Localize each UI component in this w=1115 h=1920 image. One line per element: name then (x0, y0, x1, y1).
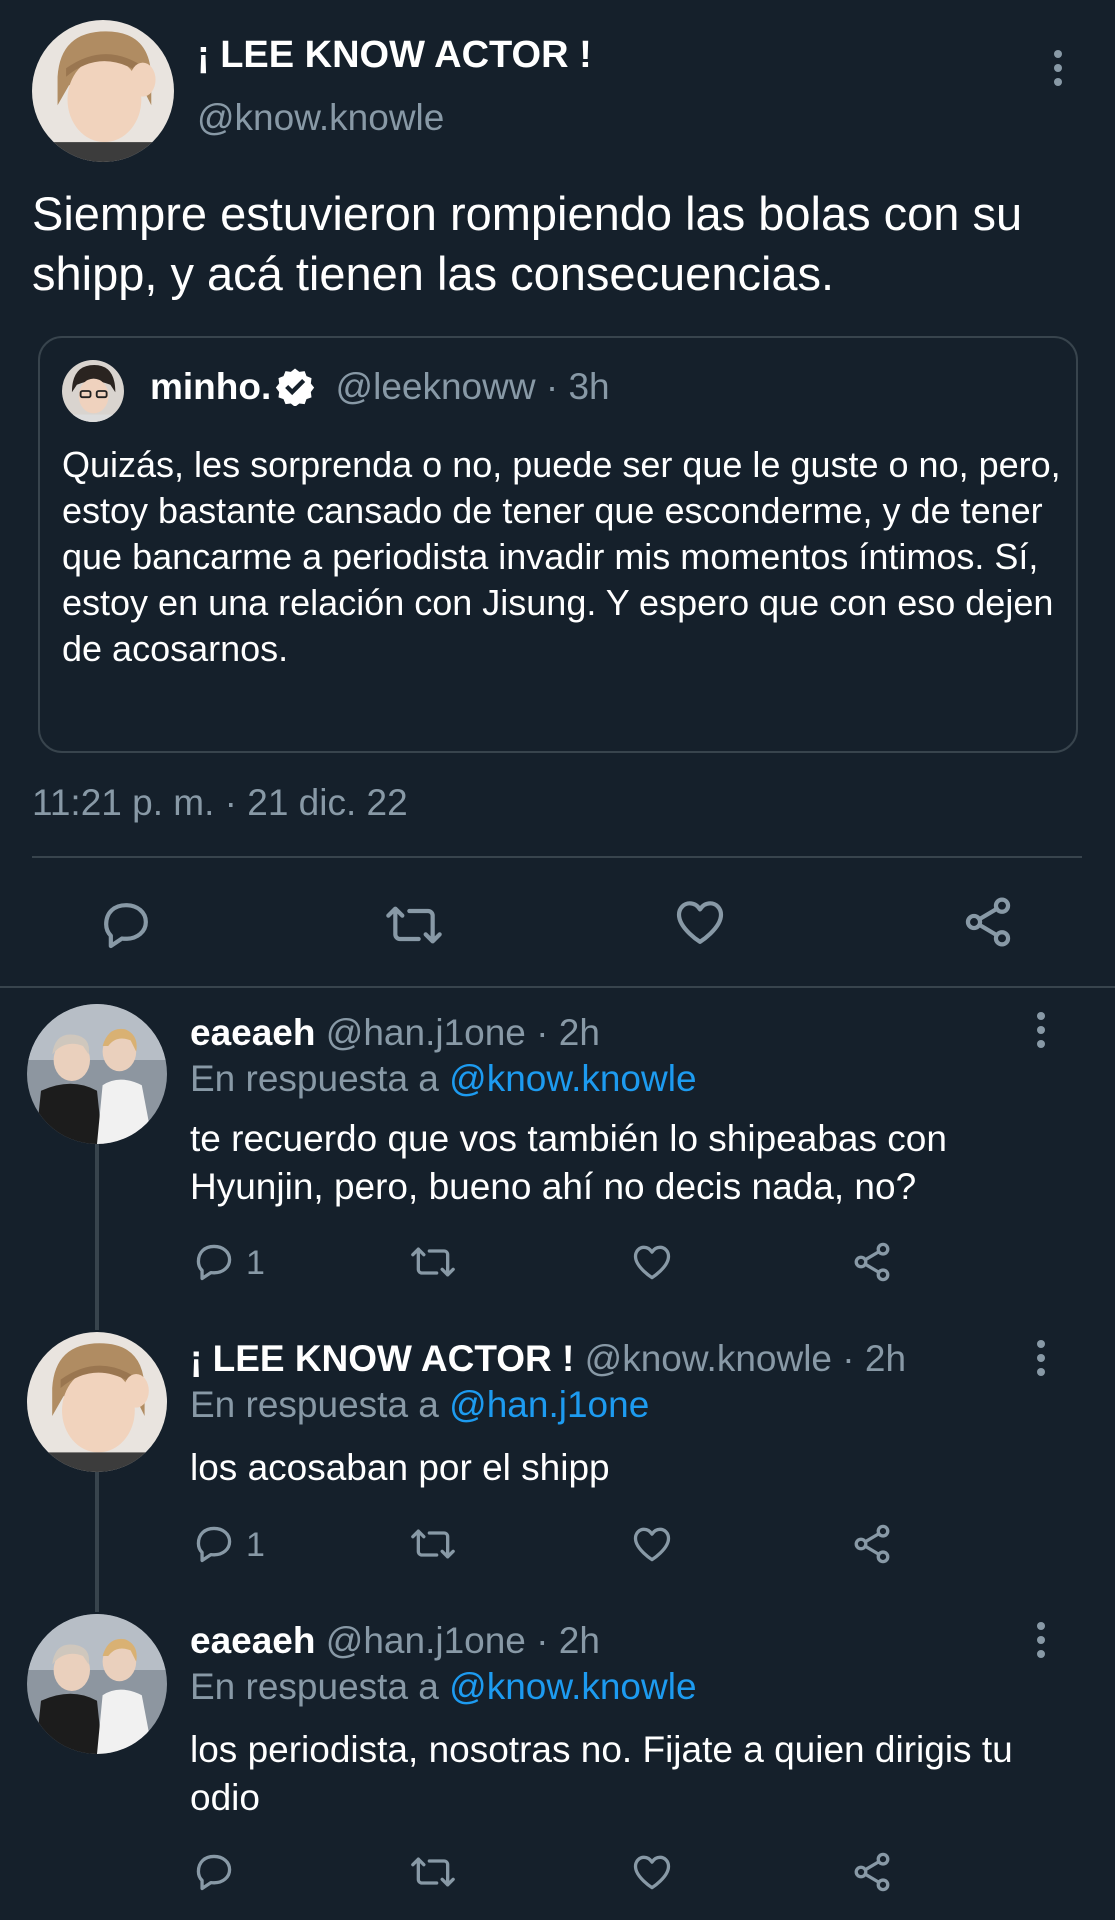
reply-header: eaeaeh @han.j1one · 2h (190, 1620, 600, 1662)
reply-more-vert-icon[interactable] (1026, 1620, 1056, 1660)
reply-more-vert-icon[interactable] (1026, 1338, 1056, 1378)
reply-text: los acosaban por el shipp (190, 1447, 610, 1488)
main-tweet-more-vert-icon[interactable] (1043, 48, 1073, 88)
reply-count: 1 (246, 1244, 265, 1282)
avatar-image (27, 1614, 167, 1754)
reply-avatar[interactable] (27, 1004, 167, 1144)
quoted-tweet-avatar (62, 360, 124, 422)
quoted-tweet-header: minho. @leeknoww · 3h (150, 366, 610, 408)
reply-avatar[interactable] (27, 1332, 167, 1472)
reply-handle[interactable]: @han.j1one (326, 1620, 526, 1661)
retweet-icon[interactable] (408, 1850, 458, 1894)
reply-context: En respuesta a @know.knowle (190, 1666, 697, 1708)
reply-display-name[interactable]: ¡ LEE KNOW ACTOR ! (190, 1338, 574, 1379)
main-tweet-handle[interactable]: @know.knowle (197, 97, 444, 139)
like-icon[interactable] (630, 1240, 674, 1284)
share-icon[interactable] (850, 1850, 894, 1894)
reply-icon[interactable] (98, 897, 154, 953)
reply-header: ¡ LEE KNOW ACTOR ! @know.knowle · 2h (190, 1338, 906, 1380)
retweet-icon[interactable] (383, 897, 445, 953)
reply-avatar[interactable] (27, 1614, 167, 1754)
avatar-image (27, 1332, 167, 1472)
quoted-tweet-handle: @leeknoww (335, 366, 536, 407)
share-icon[interactable] (850, 1240, 894, 1284)
main-tweet-display-name[interactable]: ¡ LEE KNOW ACTOR ! (197, 34, 592, 77)
reply-icon[interactable] (192, 1522, 236, 1566)
reply-handle[interactable]: @know.knowle (585, 1338, 832, 1379)
reply-icon[interactable] (192, 1240, 236, 1284)
section-divider (0, 986, 1115, 988)
reply-time: · 2h (536, 1620, 600, 1661)
reply-time: · 2h (842, 1338, 907, 1379)
like-icon[interactable] (630, 1850, 674, 1894)
quoted-tweet-text: Quizás, les sorprenda o no, puede ser qu… (62, 444, 1061, 669)
share-icon[interactable] (850, 1522, 894, 1566)
reply-context: En respuesta a @know.knowle (190, 1058, 697, 1100)
reply-context: En respuesta a @han.j1one (190, 1384, 649, 1426)
like-icon[interactable] (630, 1522, 674, 1566)
quoted-tweet-time: · 3h (545, 366, 610, 407)
main-tweet-timestamp: 11:21 p. m. · 21 dic. 22 (32, 782, 408, 823)
reply-context-prefix: En respuesta a (190, 1666, 439, 1707)
reply-handle[interactable]: @han.j1one (326, 1012, 526, 1053)
retweet-icon[interactable] (408, 1240, 458, 1284)
reply-context-mention[interactable]: @know.knowle (449, 1666, 696, 1707)
thread-line (95, 1472, 99, 1612)
reply-time: · 2h (536, 1012, 600, 1053)
main-tweet-text: Siempre estuvieron rompiendo las bolas c… (32, 187, 1023, 300)
reply-more-vert-icon[interactable] (1026, 1010, 1056, 1050)
verified-badge-icon (275, 366, 315, 407)
reply-text: te recuerdo que vos también lo shipeabas… (190, 1118, 947, 1207)
divider (32, 856, 1082, 858)
quoted-tweet[interactable]: minho. @leeknoww · 3h Quizás, les sorpre… (38, 336, 1078, 753)
reply-header: eaeaeh @han.j1one · 2h (190, 1012, 600, 1054)
reply-display-name[interactable]: eaeaeh (190, 1620, 316, 1661)
reply-icon[interactable] (192, 1850, 236, 1894)
retweet-icon[interactable] (408, 1522, 458, 1566)
reply-context-mention[interactable]: @know.knowle (449, 1058, 696, 1099)
reply-context-prefix: En respuesta a (190, 1058, 439, 1099)
main-tweet-avatar[interactable] (32, 20, 174, 162)
avatar-image (62, 360, 124, 422)
avatar-image (32, 20, 174, 162)
like-icon[interactable] (672, 894, 728, 950)
reply-display-name[interactable]: eaeaeh (190, 1012, 316, 1053)
avatar-image (27, 1004, 167, 1144)
share-icon[interactable] (960, 894, 1016, 950)
reply-text: los periodista, nosotras no. Fijate a qu… (190, 1729, 1013, 1818)
reply-count: 1 (246, 1526, 265, 1564)
reply-context-prefix: En respuesta a (190, 1384, 439, 1425)
reply-context-mention[interactable]: @han.j1one (449, 1384, 649, 1425)
quoted-tweet-display-name: minho. (150, 366, 272, 407)
